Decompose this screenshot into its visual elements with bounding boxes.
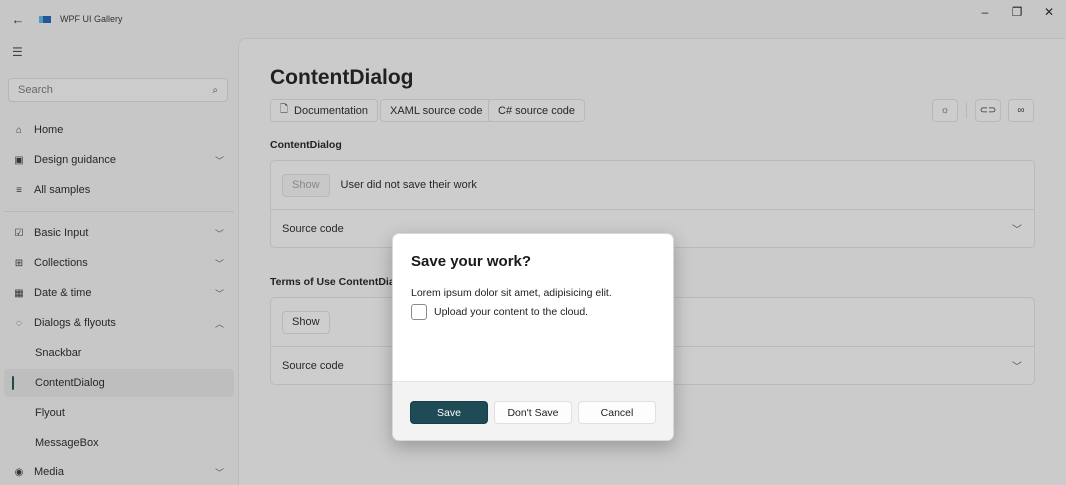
- content-dialog: Save your work? Lorem ipsum dolor sit am…: [392, 233, 674, 441]
- upload-checkbox[interactable]: Upload your content to the cloud.: [411, 304, 588, 320]
- checkbox-box[interactable]: [411, 304, 427, 320]
- cancel-button[interactable]: Cancel: [578, 401, 656, 424]
- save-button[interactable]: Save: [410, 401, 488, 424]
- dialog-message: Lorem ipsum dolor sit amet, adipisicing …: [411, 287, 612, 299]
- checkbox-label: Upload your content to the cloud.: [434, 306, 589, 318]
- dont-save-button[interactable]: Don't Save: [494, 401, 572, 424]
- dialog-footer: Save Don't Save Cancel: [393, 381, 673, 440]
- dialog-title: Save your work?: [411, 253, 532, 270]
